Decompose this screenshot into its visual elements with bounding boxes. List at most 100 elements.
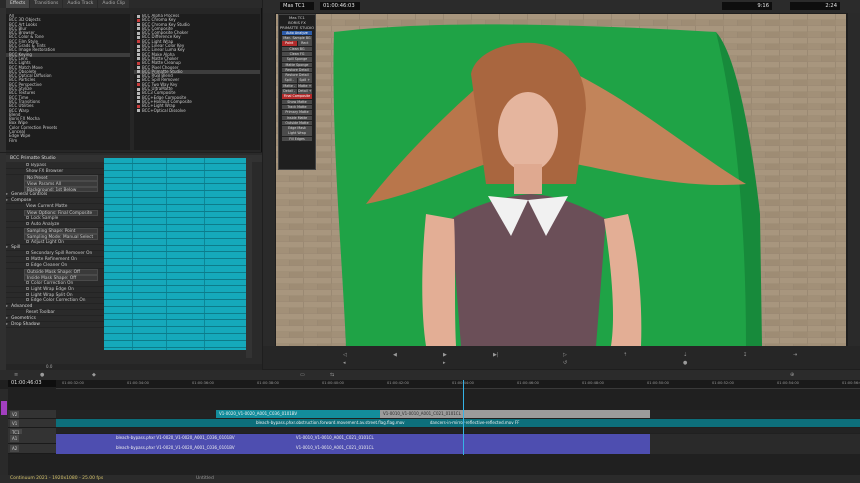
- checkbox[interactable]: [26, 280, 29, 284]
- bcc-button[interactable]: Matte Sponge: [282, 62, 312, 68]
- timeline-clip[interactable]: V1-0020_V1-0020_A001_C036_0101BV: [216, 410, 380, 418]
- bcc-button[interactable]: Restore Detail: [282, 67, 312, 73]
- bcc-button[interactable]: Track Matte: [282, 104, 312, 110]
- go-to-out-icon[interactable]: ▸: [443, 360, 446, 366]
- effect-category-item[interactable]: Film: [6, 138, 130, 143]
- disclosure-triangle-icon[interactable]: ▸: [6, 198, 8, 203]
- timeline-clip[interactable]: bleach-bypass.phxr.obstruction.forward.m…: [56, 419, 860, 427]
- effect-icon: [137, 14, 140, 18]
- parameter-label: View Params All: [27, 181, 62, 187]
- disclosure-triangle-icon[interactable]: ▸: [6, 316, 8, 321]
- checkbox[interactable]: [26, 239, 29, 243]
- bcc-button[interactable]: Show Matte: [282, 99, 312, 105]
- monitor-readout-1[interactable]: 9:16: [722, 2, 772, 10]
- monitor-readout-2[interactable]: 2:24: [790, 2, 840, 10]
- tab-effects[interactable]: Effects: [6, 0, 30, 8]
- tab-audio-clip[interactable]: Audio Clip: [98, 0, 130, 8]
- bcc-button[interactable]: Inside Matte: [282, 115, 312, 121]
- checkbox[interactable]: [26, 221, 29, 225]
- step-forward-icon[interactable]: ▶|: [493, 352, 499, 358]
- tab-audio-track[interactable]: Audio Track: [63, 0, 98, 8]
- monitor-timecode[interactable]: 01:00:46:03: [320, 2, 360, 10]
- loop-icon[interactable]: ↺: [563, 360, 567, 366]
- bcc-button[interactable]: Auto Analyze: [282, 30, 312, 36]
- checkbox[interactable]: [26, 286, 29, 290]
- disclosure-triangle-icon[interactable]: ▸: [6, 245, 8, 250]
- effect-item[interactable]: BCC+Optical Dissolve: [134, 108, 260, 113]
- timeline-clip[interactable]: bleach-bypass.phxr V1-0020_V1-0020_A001_…: [56, 444, 650, 454]
- timeline-zoom-icon[interactable]: ⊕: [790, 372, 794, 378]
- go-to-in-icon[interactable]: ◂: [343, 360, 346, 366]
- parameter-label: No Preset: [27, 175, 48, 181]
- timeline-mark-icon[interactable]: ◆: [92, 372, 96, 378]
- checkbox[interactable]: [26, 163, 29, 166]
- play-icon[interactable]: ▶: [443, 352, 447, 358]
- extract-icon[interactable]: ⇣: [683, 352, 687, 358]
- bcc-button[interactable]: Light Wrap: [282, 131, 312, 136]
- ruler-tick-label: 01:00:50:00: [647, 381, 669, 385]
- bcc-button[interactable]: Matte +: [297, 83, 312, 89]
- ruler-tick-label: 01:00:32:00: [62, 381, 84, 385]
- lift-icon[interactable]: ⇡: [623, 352, 627, 358]
- bcc-button[interactable]: Spill Sponge: [282, 57, 312, 62]
- overwrite-icon[interactable]: ⇥: [793, 352, 797, 358]
- record-icon[interactable]: ●: [683, 360, 687, 366]
- timeline-ruler[interactable]: 01:00:32:00 01:00:34:00 01:00:36:00 01:00:3…: [56, 380, 860, 389]
- timeline-sync-icon[interactable]: ⇆: [330, 372, 334, 378]
- tab-transitions[interactable]: Transitions: [30, 0, 63, 8]
- disclosure-triangle-icon[interactable]: ▸: [6, 322, 8, 327]
- track-header-v2[interactable]: V2: [8, 410, 56, 419]
- keyframe-row-divider: [104, 190, 246, 192]
- parameter-label: Reset Toolbar: [26, 310, 55, 316]
- effect-list[interactable]: BCC Alpha Process BCC Chroma Key BCC Chrom…: [134, 14, 260, 150]
- effect-editor-scrollbar[interactable]: [246, 158, 252, 358]
- bcc-button[interactable]: Primary Matte: [282, 110, 312, 115]
- bcc-button[interactable]: Matte -: [282, 83, 297, 89]
- parameter-label: Drop Shadow: [11, 322, 40, 328]
- bcc-button[interactable]: Rect: [297, 41, 312, 46]
- parameter-section[interactable]: ▸ Drop Shadow: [6, 322, 106, 328]
- effect-category-list[interactable]: All BCC 3D Objects BCC Art Looks BCC Blur BC…: [6, 14, 130, 150]
- timeline-record-icon[interactable]: ●: [40, 372, 44, 378]
- keyframe-graph-area[interactable]: [104, 158, 246, 350]
- bcc-button[interactable]: Fill Edges: [282, 136, 312, 142]
- checkbox[interactable]: [26, 216, 29, 220]
- timeline-clip[interactable]: V1-0010_V1-0010_A001_C021_0101CL: [380, 410, 650, 418]
- timeline-menu-icon[interactable]: ≡: [14, 372, 18, 378]
- checkbox[interactable]: [26, 298, 29, 302]
- timeline-side-tab[interactable]: [0, 389, 8, 483]
- bcc-button[interactable]: Man. Sample BG: [282, 36, 312, 41]
- splice-icon[interactable]: ↧: [743, 352, 747, 358]
- checkbox[interactable]: [26, 257, 29, 261]
- record-monitor-video-frame[interactable]: [276, 14, 846, 346]
- bcc-button[interactable]: Spill +: [297, 78, 312, 83]
- bcc-button[interactable]: Final Composite: [282, 94, 312, 99]
- bcc-button[interactable]: Detail +: [297, 89, 312, 94]
- mark-in-icon[interactable]: ◁: [343, 352, 347, 358]
- timeline-mode-icon[interactable]: ▭: [300, 372, 305, 378]
- bcc-button[interactable]: Detail -: [282, 89, 297, 94]
- avid-media-composer-window: Effects Transitions Audio Track Audio Cl…: [0, 0, 860, 483]
- effect-icon: [137, 18, 140, 22]
- bcc-button[interactable]: Point: [282, 41, 297, 46]
- checkbox[interactable]: [26, 292, 29, 296]
- checkbox[interactable]: [26, 251, 29, 255]
- disclosure-triangle-icon[interactable]: ▸: [6, 304, 8, 309]
- bcc-button[interactable]: Restore Detail: [282, 73, 312, 78]
- step-back-icon[interactable]: ◀: [393, 352, 397, 358]
- bcc-button[interactable]: Clean FG: [282, 51, 312, 57]
- bcc-button[interactable]: Clean BG: [282, 46, 312, 52]
- track-header-a1[interactable]: A1: [8, 434, 56, 444]
- checkbox[interactable]: [26, 263, 29, 267]
- track-header-a2[interactable]: A2: [8, 444, 56, 454]
- timeline-timecode[interactable]: 01:00:46:03: [8, 380, 56, 387]
- timeline-clip[interactable]: bleach-bypass.phxr V1-0020_V1-0020_A001_…: [56, 434, 650, 444]
- monitor-source-readout[interactable]: Mas TC1: [280, 2, 314, 10]
- disclosure-triangle-icon[interactable]: ▸: [6, 192, 8, 197]
- track-header-v1[interactable]: V1: [8, 419, 56, 428]
- mark-out-icon[interactable]: ▷: [563, 352, 567, 358]
- bcc-button[interactable]: Edge Mask: [282, 126, 312, 131]
- timeline-playhead[interactable]: [462, 380, 464, 455]
- bcc-button[interactable]: Spill -: [282, 78, 297, 83]
- bcc-button[interactable]: Outside Matte: [282, 120, 312, 126]
